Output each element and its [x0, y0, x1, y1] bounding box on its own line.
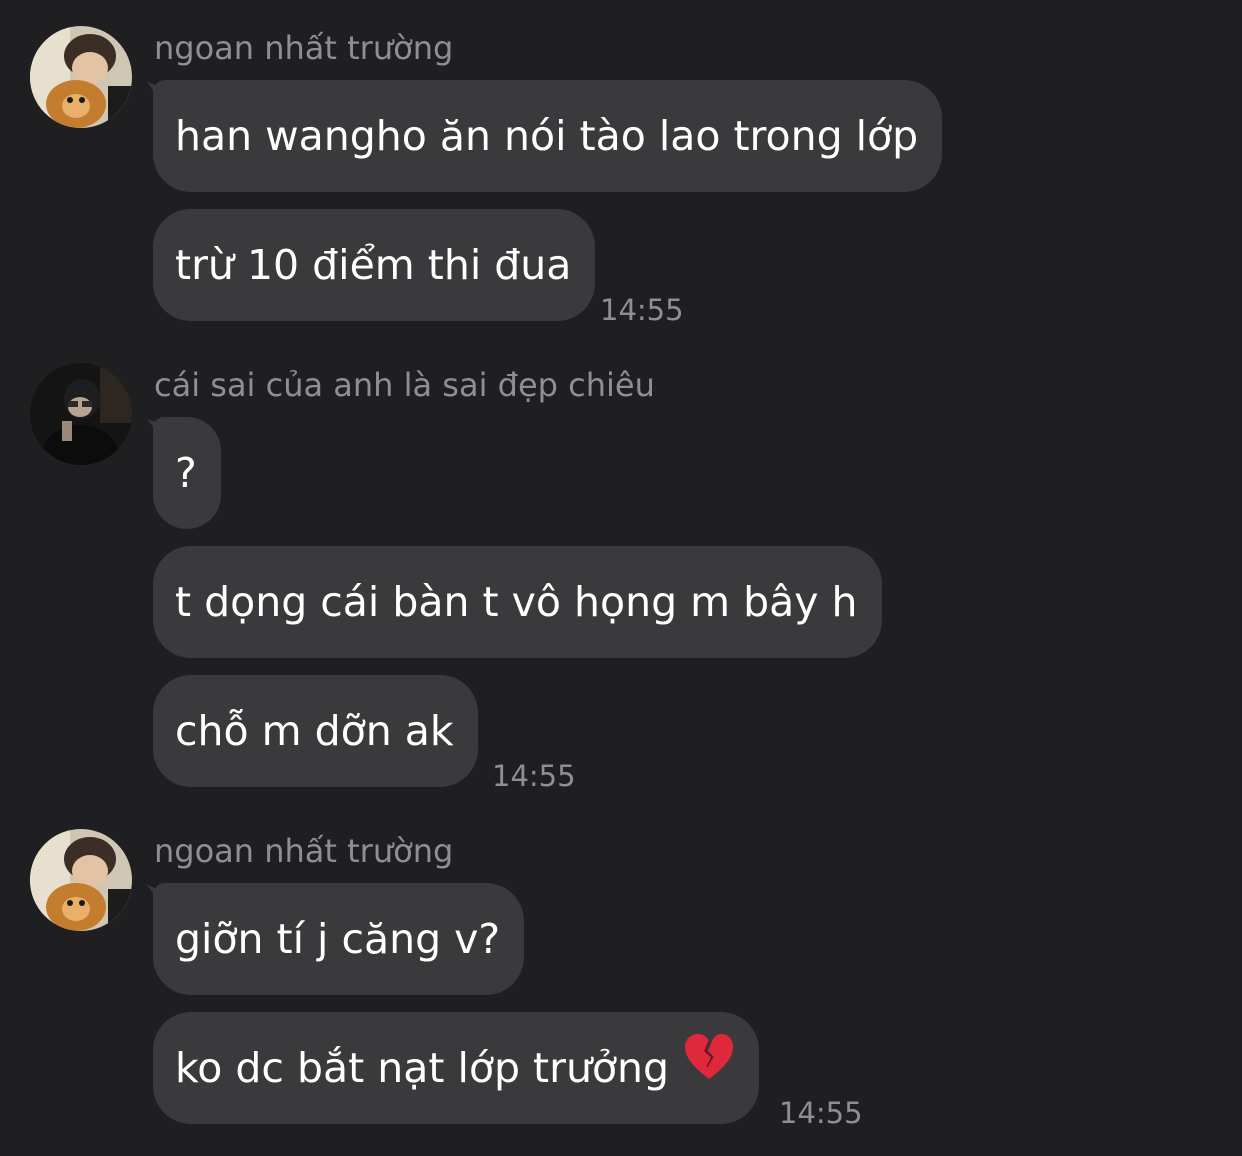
message-timestamp: 14:55	[492, 759, 576, 793]
avatar-dog-icon[interactable]	[30, 26, 132, 128]
message-bubble[interactable]: chỗ m dỡn ak	[153, 675, 478, 787]
message-bubble[interactable]: ko dc bắt nạt lớp trưởng	[153, 1011, 760, 1124]
message-text: ?	[175, 449, 197, 497]
message-text: han wangho ăn nói tào lao trong lớp	[175, 112, 919, 160]
message-timestamp: 14:55	[779, 1096, 863, 1130]
message-text: chỗ m dỡn ak	[175, 707, 454, 755]
message-text: ko dc bắt nạt lớp trưởng	[175, 1044, 670, 1092]
broken-heart-icon	[683, 1011, 735, 1123]
message-timestamp: 14:55	[600, 293, 684, 327]
sender-name: ngoan nhất trường	[154, 832, 454, 870]
message-bubble[interactable]: han wangho ăn nói tào lao trong lớp	[153, 80, 943, 192]
sender-name: cái sai của anh là sai đẹp chiêu	[154, 366, 655, 404]
message-text: t dọng cái bàn t vô họng m bây h	[175, 578, 858, 626]
message-bubble[interactable]: ?	[153, 417, 221, 529]
sender-name: ngoan nhất trường	[154, 29, 454, 67]
avatar-dog-icon[interactable]	[30, 829, 132, 931]
message-bubble[interactable]: trừ 10 điểm thi đua	[153, 209, 596, 321]
avatar-dark-icon[interactable]	[30, 363, 132, 465]
message-bubble[interactable]: t dọng cái bàn t vô họng m bây h	[153, 546, 882, 658]
chat-thread: ngoan nhất trường han wangho ăn nói tào …	[0, 0, 1242, 1156]
message-bubble[interactable]: giỡn tí j căng v?	[153, 883, 525, 995]
message-text: trừ 10 điểm thi đua	[175, 241, 572, 289]
message-text: giỡn tí j căng v?	[175, 915, 501, 963]
